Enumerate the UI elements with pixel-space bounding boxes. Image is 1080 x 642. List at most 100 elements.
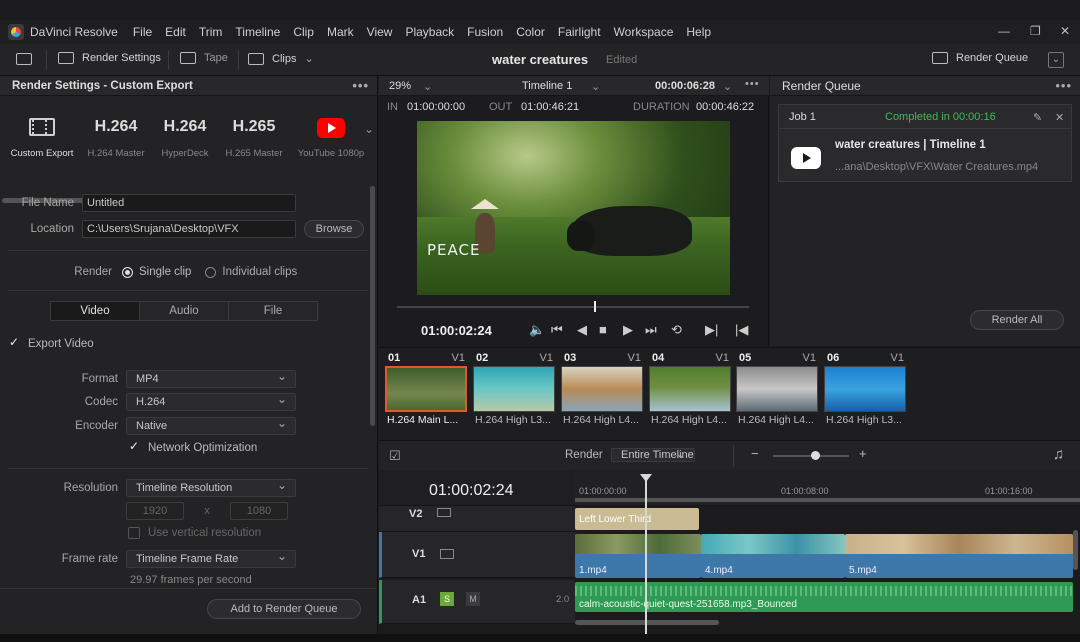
- music-note-icon[interactable]: ♫: [1053, 446, 1064, 463]
- encoder-dropdown[interactable]: Native: [126, 415, 296, 435]
- tab-video[interactable]: Video: [51, 302, 140, 320]
- current-timecode: 01:00:02:24: [421, 323, 492, 338]
- divider: [8, 290, 368, 291]
- zoom-in-icon[interactable]: +: [859, 446, 867, 461]
- menu-view[interactable]: View: [367, 25, 393, 39]
- settings-scrollbar[interactable]: [370, 186, 375, 426]
- preset-custom-export[interactable]: Custom Export: [0, 118, 84, 159]
- render-range-dropdown[interactable]: Entire Timeline: [611, 448, 695, 462]
- preset-youtube[interactable]: YouTube 1080p: [289, 118, 373, 159]
- monitor-icon[interactable]: [16, 53, 32, 65]
- minimize-icon[interactable]: —: [998, 24, 1010, 38]
- video-preview[interactable]: PEACE: [417, 121, 730, 295]
- network-optimization-row: Network Optimization: [128, 439, 257, 454]
- tab-file[interactable]: File: [229, 302, 317, 320]
- volume-icon[interactable]: 🔈: [529, 322, 545, 338]
- clip-thumbnail[interactable]: 02 V1 H.264 High L3...: [471, 350, 555, 426]
- resolution-dropdown[interactable]: Timeline Resolution: [126, 477, 296, 497]
- vertical-resolution-checkbox[interactable]: [128, 527, 140, 539]
- more-options-icon[interactable]: •••: [745, 78, 760, 90]
- tape-toggle[interactable]: Tape: [180, 52, 228, 64]
- network-optimization-checkbox[interactable]: [128, 439, 140, 454]
- preview-buffalo-head: [567, 221, 595, 251]
- timeline-playhead[interactable]: [640, 474, 652, 634]
- zoom-slider-handle[interactable]: [811, 451, 820, 460]
- toolbar-divider: [46, 50, 47, 70]
- render-queue-toggle[interactable]: Render Queue: [932, 52, 1028, 64]
- mute-button[interactable]: M: [466, 592, 480, 606]
- more-options-icon[interactable]: •••: [352, 78, 369, 93]
- video-clip[interactable]: 4.mp4: [701, 534, 845, 578]
- expand-panel-icon[interactable]: ⌄: [1048, 52, 1064, 68]
- chevron-down-icon[interactable]: ⌄: [364, 122, 374, 136]
- render-all-button[interactable]: Render All: [970, 310, 1064, 330]
- reverse-play-icon[interactable]: ◀: [577, 322, 587, 338]
- skip-end-icon[interactable]: ⏭: [645, 322, 657, 338]
- video-clip[interactable]: 5.mp4: [845, 534, 1073, 578]
- clip-thumb-image: [561, 366, 643, 412]
- menu-trim[interactable]: Trim: [199, 25, 223, 39]
- menu-clip[interactable]: Clip: [293, 25, 314, 39]
- timeline-selector[interactable]: Timeline 1: [522, 80, 572, 92]
- timeline-hscrollbar[interactable]: [575, 620, 719, 625]
- menu-edit[interactable]: Edit: [165, 25, 186, 39]
- title-clip[interactable]: Left Lower Third: [575, 508, 699, 530]
- menu-workspace[interactable]: Workspace: [614, 25, 674, 39]
- audio-clip[interactable]: calm-acoustic-quiet-quest-251658.mp3_Bou…: [575, 582, 1073, 612]
- viewer-scrubber[interactable]: [397, 301, 749, 312]
- clip-track: V1: [890, 352, 904, 364]
- clip-number: 04: [652, 352, 665, 364]
- codec-dropdown[interactable]: H.264: [126, 391, 296, 411]
- menu-mark[interactable]: Mark: [327, 25, 354, 39]
- export-video-checkbox[interactable]: [8, 335, 20, 350]
- zoom-out-icon[interactable]: −: [751, 446, 759, 461]
- zoom-dropdown[interactable]: 29%: [389, 80, 411, 92]
- edit-icon[interactable]: ✎: [1033, 111, 1042, 124]
- out-value: 01:00:46:21: [521, 101, 580, 113]
- clip-thumbnail[interactable]: 01 V1 H.264 Main L...: [383, 350, 467, 426]
- clip-thumbnail[interactable]: 03 V1 H.264 High L4...: [559, 350, 643, 426]
- single-clip-radio[interactable]: [122, 266, 133, 278]
- location-input[interactable]: C:\Users\Srujana\Desktop\VFX: [82, 220, 296, 238]
- menu-fairlight[interactable]: Fairlight: [558, 25, 601, 39]
- scrubber-handle[interactable]: [594, 301, 597, 312]
- render-settings-toggle[interactable]: Render Settings: [58, 52, 161, 64]
- next-clip-icon[interactable]: ▶|: [705, 322, 718, 338]
- video-clip[interactable]: 1.mp4: [575, 534, 701, 578]
- menu-playback[interactable]: Playback: [405, 25, 454, 39]
- individual-clips-radio[interactable]: [205, 266, 217, 278]
- browse-button[interactable]: Browse: [304, 220, 364, 238]
- previous-clip-icon[interactable]: |◀: [735, 322, 748, 338]
- timeline-scroll-range[interactable]: [575, 498, 1080, 502]
- menu-file[interactable]: File: [133, 25, 152, 39]
- skip-start-icon[interactable]: ⏮: [551, 322, 563, 338]
- preset-h265-master[interactable]: H.265 H.265 Master: [212, 118, 296, 159]
- play-icon[interactable]: ▶: [623, 322, 633, 338]
- maximize-icon[interactable]: ❐: [1030, 24, 1041, 38]
- menu-timeline[interactable]: Timeline: [235, 25, 280, 39]
- codec-label: Codec: [84, 396, 118, 408]
- clips-toggle[interactable]: Clips ⌄: [248, 52, 314, 65]
- checklist-icon[interactable]: ☑: [389, 448, 401, 464]
- file-name-input[interactable]: Untitled: [82, 194, 296, 212]
- close-icon[interactable]: ✕: [1060, 24, 1070, 38]
- clip-thumbnail[interactable]: 04 V1 H.264 High L4...: [647, 350, 731, 426]
- stop-icon[interactable]: ■: [599, 322, 607, 337]
- more-options-icon[interactable]: •••: [1055, 78, 1072, 93]
- menu-help[interactable]: Help: [686, 25, 711, 39]
- menu-color[interactable]: Color: [516, 25, 545, 39]
- clip-thumbnail[interactable]: 06 V1 H.264 High L3...: [822, 350, 906, 426]
- solo-button[interactable]: S: [440, 592, 454, 606]
- menu-fusion[interactable]: Fusion: [467, 25, 503, 39]
- render-job-card[interactable]: Job 1 Completed in 00:00:16 ✎ ✕ water cr…: [778, 104, 1072, 182]
- frame-rate-dropdown[interactable]: Timeline Frame Rate: [126, 548, 296, 568]
- format-dropdown[interactable]: MP4: [126, 368, 296, 388]
- clip-thumbnail[interactable]: 05 V1 H.264 High L4...: [734, 350, 818, 426]
- timeline-vscrollbar[interactable]: [1073, 530, 1078, 570]
- loop-icon[interactable]: ⟲: [671, 322, 682, 338]
- delete-job-icon[interactable]: ✕: [1055, 111, 1064, 124]
- height-input[interactable]: 1080: [230, 502, 288, 520]
- tab-audio[interactable]: Audio: [140, 302, 229, 320]
- add-to-render-queue-button[interactable]: Add to Render Queue: [207, 599, 361, 619]
- width-input[interactable]: 1920: [126, 502, 184, 520]
